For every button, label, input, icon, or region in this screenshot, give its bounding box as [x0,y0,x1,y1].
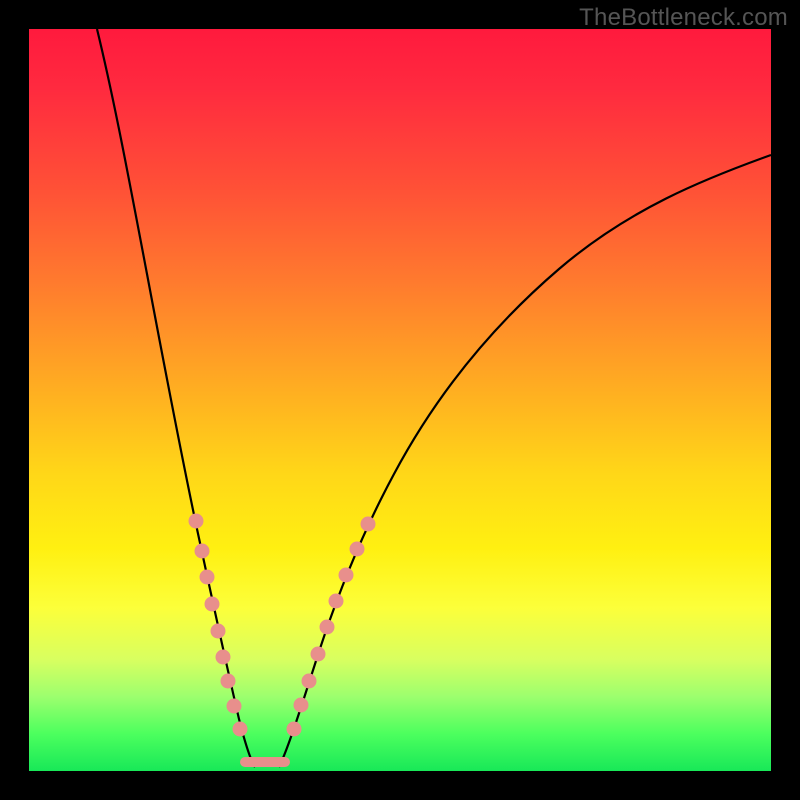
right-branch-curve [279,155,771,767]
watermark-text: TheBottleneck.com [579,4,788,32]
curve-layer [29,29,771,771]
right-marker-dots [287,517,375,736]
plot-area [29,29,771,771]
left-marker-dots [189,514,247,736]
left-branch-curve [97,29,255,767]
chart-frame: TheBottleneck.com [0,0,800,800]
